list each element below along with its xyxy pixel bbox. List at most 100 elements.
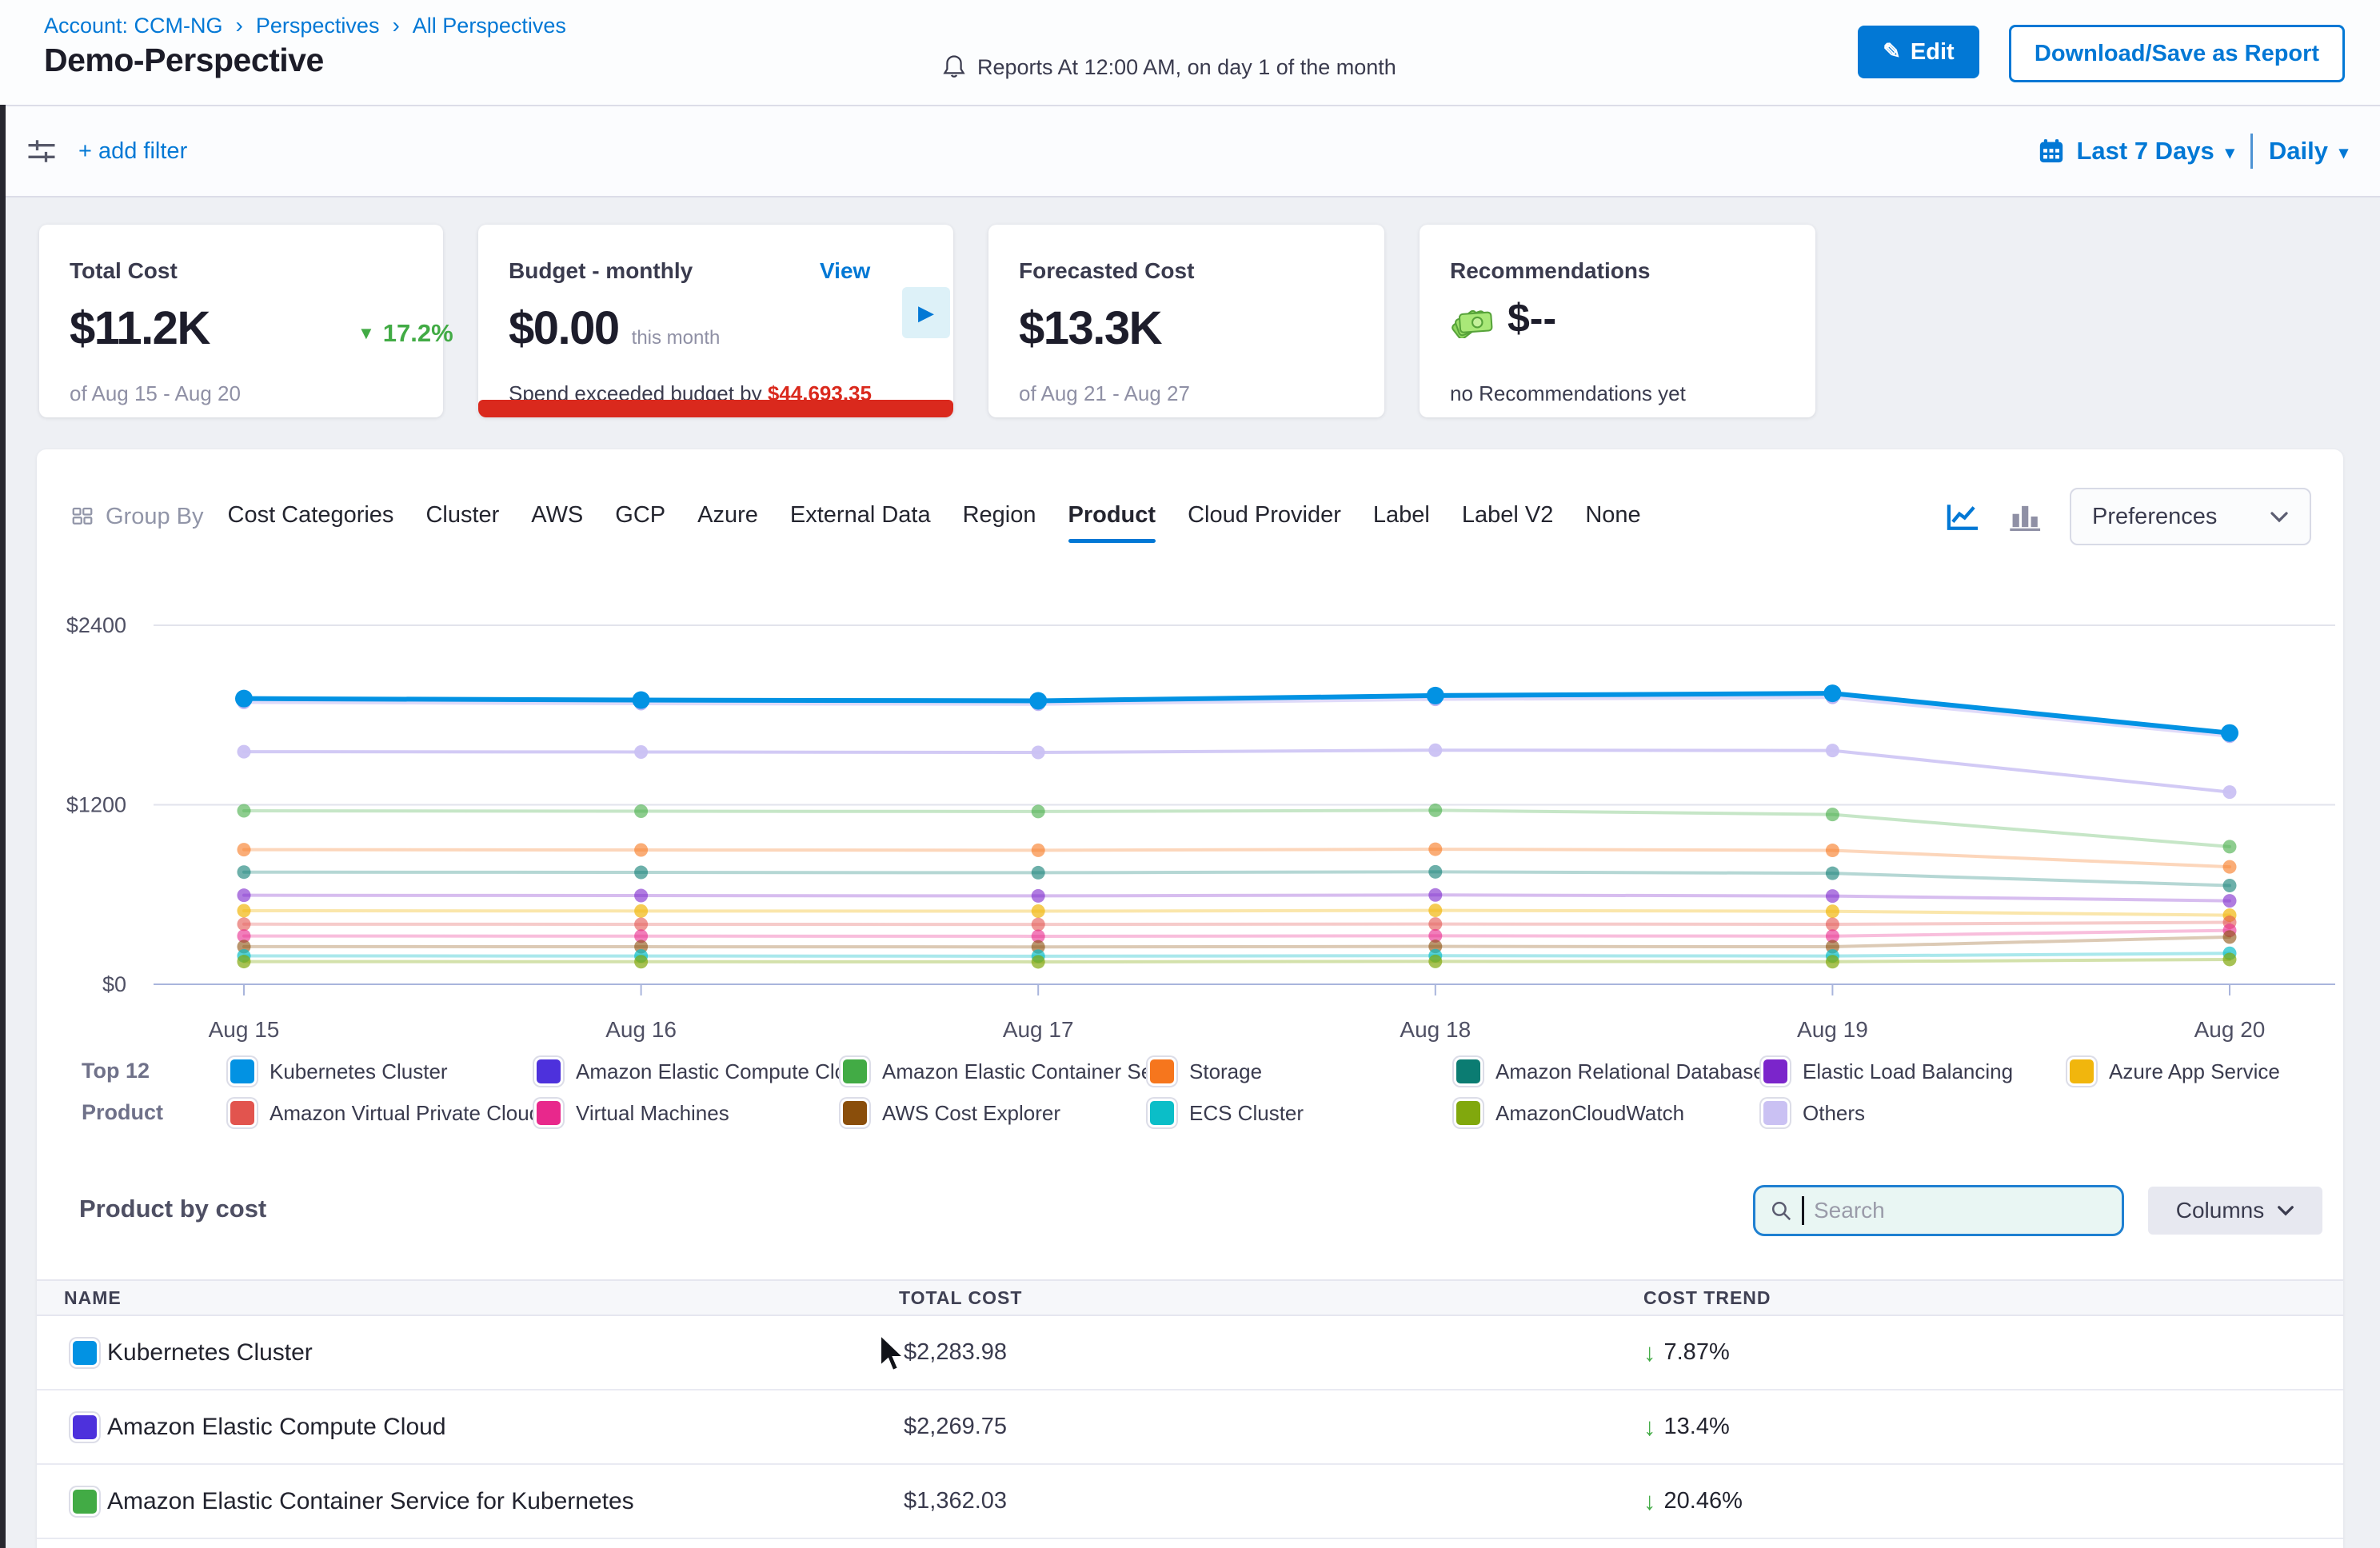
series-point-others: [2223, 785, 2237, 799]
breadcrumb-link-all-perspectives[interactable]: All Perspectives: [413, 14, 566, 38]
trend-down-arrow-icon: ↓: [1643, 1339, 1656, 1367]
cost-chart-area: $0$1200$2400Aug 15Aug 16Aug 17Aug 18Aug …: [37, 592, 2343, 1055]
breadcrumb-link-account-ccm-ng[interactable]: Account: CCM-NG: [44, 14, 223, 38]
tab-cost-categories[interactable]: Cost Categories: [228, 502, 394, 532]
row-color-swatch: [70, 1339, 99, 1367]
series-line-ecs-cluster: [244, 953, 2230, 956]
x-tick-label: Aug 16: [605, 1017, 677, 1042]
trend-percent: 20.46%: [1664, 1488, 1743, 1514]
recommendations-value: $--: [1507, 295, 1556, 341]
filter-bar: + add filter Last 7 Days ▾ Daily ▾: [0, 105, 2380, 197]
legend-swatch: [228, 1099, 257, 1127]
chart-legend: Top 12 Product Kubernetes ClusterAmazon …: [37, 1054, 2343, 1142]
trend-down-icon: ▼: [357, 323, 375, 344]
total-cost-period: of Aug 15 - Aug 20: [70, 381, 241, 406]
legend-label: Azure App Service: [2109, 1059, 2280, 1084]
bar-chart-type-icon[interactable]: [2007, 501, 2044, 533]
search-input[interactable]: Search: [1753, 1185, 2124, 1236]
breadcrumb-link-perspectives[interactable]: Perspectives: [256, 14, 380, 38]
series-point-kubernetes-cluster: [1427, 687, 1444, 704]
x-tick-label: Aug 19: [1797, 1017, 1868, 1042]
row-cost-trend: ↓13.4%: [1643, 1390, 1730, 1463]
tab-azure[interactable]: Azure: [697, 502, 758, 532]
row-name: Amazon Elastic Container Service for Kub…: [107, 1465, 634, 1538]
series-point-azure-app-service: [634, 904, 648, 918]
tab-product[interactable]: Product: [1068, 502, 1156, 532]
edit-button[interactable]: ✎ Edit: [1858, 26, 1979, 78]
report-schedule-text: Reports At 12:00 AM, on day 1 of the mon…: [977, 55, 1396, 80]
group-by-row: Group By Cost CategoriesClusterAWSGCPAzu…: [70, 485, 2311, 549]
preferences-dropdown[interactable]: Preferences: [2070, 488, 2311, 545]
divider: [2250, 134, 2253, 169]
legend-title-line2: Product: [82, 1100, 163, 1125]
columns-dropdown[interactable]: Columns: [2148, 1187, 2322, 1235]
line-chart-type-icon[interactable]: [1945, 501, 1982, 533]
series-point-amazoncloudwatch: [238, 955, 251, 968]
legend-swatch: [534, 1099, 563, 1127]
tab-label-v2[interactable]: Label V2: [1462, 502, 1554, 532]
legend-label: Amazon Elastic Container Se...: [882, 1059, 1170, 1084]
row-color-swatch: [70, 1487, 99, 1516]
filter-sliders-icon[interactable]: [24, 134, 59, 169]
legend-swatch: [841, 1099, 869, 1127]
series-line-amazoncloudwatch: [244, 960, 2230, 962]
series-point-elastic-load-balancing: [1826, 889, 1839, 903]
download-save-report-button[interactable]: Download/Save as Report: [2009, 25, 2345, 82]
tab-external-data[interactable]: External Data: [790, 502, 931, 532]
series-point-others: [1826, 744, 1839, 757]
time-range-dropdown[interactable]: Last 7 Days ▾: [2038, 137, 2234, 166]
tab-label[interactable]: Label: [1373, 502, 1430, 532]
legend-item-others: Others: [1761, 1095, 1865, 1131]
tab-gcp[interactable]: GCP: [615, 502, 665, 532]
legend-swatch: [1761, 1057, 1790, 1086]
cost-line-chart[interactable]: $0$1200$2400Aug 15Aug 16Aug 17Aug 18Aug …: [37, 592, 2343, 1055]
tab-region[interactable]: Region: [963, 502, 1036, 532]
legend-swatch: [534, 1057, 563, 1086]
series-point-kubernetes-cluster: [633, 692, 650, 709]
card-title: Total Cost: [70, 258, 178, 284]
chevron-down-icon: [2270, 511, 2289, 523]
row-name: Kubernetes Cluster: [107, 1316, 313, 1389]
series-point-azure-app-service: [238, 904, 251, 917]
forecasted-cost-value: $13.3K: [1019, 301, 1161, 355]
total-cost-card: Total Cost $11.2K ▼ 17.2% of Aug 15 - Au…: [39, 225, 443, 417]
add-filter-button[interactable]: + add filter: [78, 138, 187, 165]
legend-swatch: [2067, 1057, 2096, 1086]
recommendations-note: no Recommendations yet: [1450, 381, 1686, 406]
x-tick-label: Aug 15: [209, 1017, 280, 1042]
breadcrumb: Account: CCM-NG›Perspectives›All Perspec…: [44, 13, 566, 38]
tab-cloud-provider[interactable]: Cloud Provider: [1188, 502, 1341, 532]
series-point-kubernetes-cluster: [2221, 724, 2238, 742]
budget-expand-button[interactable]: ▶: [902, 287, 950, 338]
series-point-amazoncloudwatch: [1826, 955, 1839, 968]
series-line-kubernetes-cluster: [244, 693, 2230, 733]
series-line-azure-app-service: [244, 911, 2230, 916]
tab-aws[interactable]: AWS: [531, 502, 583, 532]
legend-title-line1: Top 12: [82, 1059, 150, 1083]
row-total-cost: $1,362.03: [904, 1465, 1007, 1538]
search-icon: [1770, 1199, 1792, 1222]
series-point-kubernetes-cluster: [235, 690, 253, 708]
table-row-amazon-elastic-compute-cloud[interactable]: Amazon Elastic Compute Cloud$2,269.75↓13…: [37, 1390, 2343, 1465]
legend-item-elastic-load-balancing: Elastic Load Balancing: [1761, 1054, 2013, 1089]
series-point-amazoncloudwatch: [1428, 955, 1442, 968]
series-line-others: [244, 750, 2230, 792]
legend-label: ECS Cluster: [1189, 1101, 1304, 1126]
legend-item-aws-cost-explorer: AWS Cost Explorer: [841, 1095, 1060, 1131]
series-point-aws-cost-explorer: [2223, 930, 2237, 944]
tab-none[interactable]: None: [1585, 502, 1640, 532]
tab-cluster[interactable]: Cluster: [425, 502, 499, 532]
budget-view-link[interactable]: View: [820, 258, 870, 284]
chevron-down-icon: ▾: [2226, 142, 2234, 163]
table-row-amazon-elastic-container-service-for-kubernetes[interactable]: Amazon Elastic Container Service for Kub…: [37, 1465, 2343, 1539]
total-cost-value: $11.2K: [70, 301, 210, 355]
legend-label: Others: [1803, 1101, 1865, 1126]
chevron-down-icon: [2277, 1205, 2294, 1216]
bell-icon: [942, 54, 966, 80]
column-header-cost-trend: COST TREND: [1643, 1281, 1771, 1315]
table-row-kubernetes-cluster[interactable]: Kubernetes Cluster$2,283.98↓7.87%: [37, 1316, 2343, 1390]
legend-item-amazon-relational-database: Amazon Relational Database ...: [1454, 1054, 1788, 1089]
granularity-dropdown[interactable]: Daily ▾: [2269, 137, 2348, 166]
legend-label: AWS Cost Explorer: [882, 1101, 1060, 1126]
breadcrumb-separator-icon: ›: [392, 13, 399, 38]
